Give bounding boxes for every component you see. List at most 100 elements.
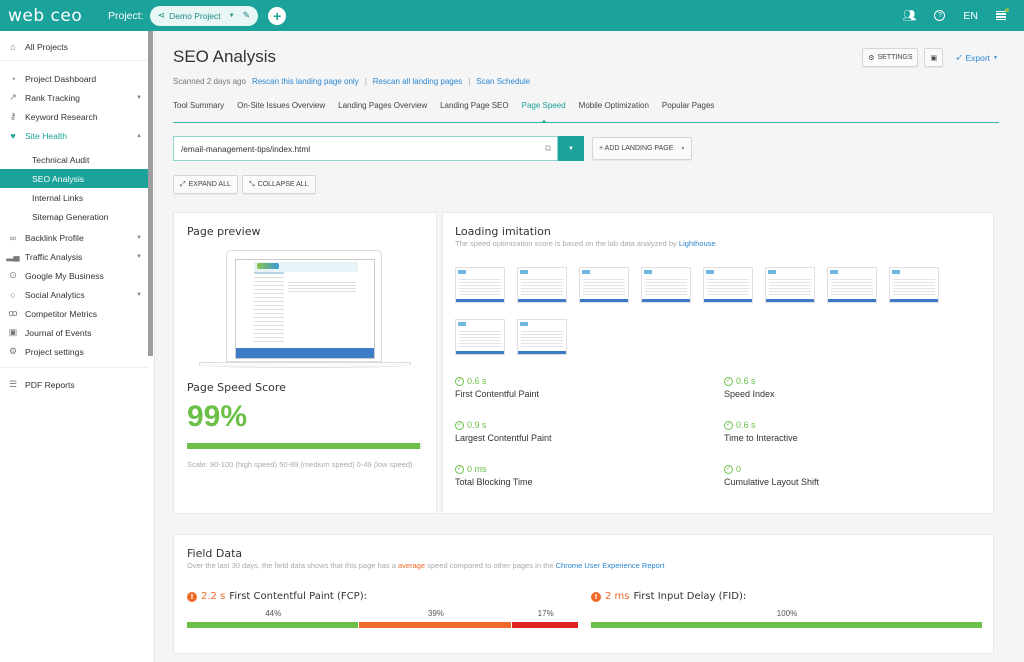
metric-tbt: ✓ 0 ms Total Blocking Time <box>455 464 705 487</box>
metric-lcp: ✓ 0.9 s Largest Contentful Paint <box>455 420 705 443</box>
landing-page-dropdown-button[interactable]: ▼ <box>558 136 584 161</box>
home-icon: ⌂ <box>10 41 16 52</box>
score-bar-fill <box>187 443 420 449</box>
export-button[interactable]: ➶ Export ▼ <box>955 52 998 63</box>
check-circle-icon: ✓ <box>455 376 464 386</box>
webceo-logo[interactable]: web ceo <box>8 6 98 26</box>
report-icon: ☰ <box>8 379 18 389</box>
distribution-percent-label: 100% <box>776 609 798 618</box>
caret-down-icon: ▼ <box>993 54 998 61</box>
header-actions: ⚙ SETTINGS ▣ ➶ Export ▼ <box>862 48 998 67</box>
gear-icon: ⚙ <box>8 346 18 356</box>
loading-frame-thumbnail[interactable] <box>579 267 629 303</box>
sidebar-item-site-health[interactable]: ♥ Site Health ▲ <box>0 126 148 145</box>
loading-frame-thumbnail[interactable] <box>703 267 753 303</box>
rescan-page-link[interactable]: Rescan this landing page only <box>252 77 359 86</box>
sidebar-item-all-projects[interactable]: ⌂ All Projects <box>0 37 148 56</box>
tab-tool-summary[interactable]: Tool Summary <box>173 101 224 122</box>
metric-label: Time to Interactive <box>724 433 798 443</box>
loading-frame-thumbnail[interactable] <box>765 267 815 303</box>
metric-label: First Contentful Paint <box>455 389 540 399</box>
users-icon[interactable]: 👥︎ <box>902 9 916 22</box>
page-screenshot[interactable] <box>235 259 375 359</box>
sidebar-item-traffic-analysis[interactable]: ▂▄ Traffic Analysis ▼ <box>0 247 148 266</box>
lighthouse-link[interactable]: Lighthouse <box>679 239 716 248</box>
sidebar-scrollbar[interactable] <box>148 31 153 356</box>
check-circle-icon: ✓ <box>724 376 733 386</box>
tab-landing-page-seo[interactable]: Landing Page SEO <box>440 101 509 122</box>
chevron-down-icon: ▼ <box>136 253 142 260</box>
menu-icon[interactable] <box>996 7 1009 21</box>
sidebar-item-label: Rank Tracking <box>25 92 80 103</box>
collapse-all-button[interactable]: ⤡ COLLAPSE ALL <box>242 175 316 194</box>
collapse-icon: ⤡ <box>249 180 255 188</box>
sidebar-item-label: Google My Business <box>25 270 104 281</box>
loading-frame-thumbnail[interactable] <box>455 267 505 303</box>
loading-frame-thumbnail[interactable] <box>517 319 567 355</box>
chart-icon: ↗ <box>9 92 17 102</box>
loading-frame-thumbnail[interactable] <box>827 267 877 303</box>
sidebar-item-social-analytics[interactable]: ○ Social Analytics ▼ <box>0 285 148 304</box>
preview-logo <box>257 263 279 269</box>
project-label: Project: <box>108 9 144 22</box>
add-landing-page-button[interactable]: + ADD LANDING PAGE ▼ <box>592 137 693 160</box>
sidebar-item-rank-tracking[interactable]: ↗ Rank Tracking ▼ <box>0 88 148 107</box>
chrome-ux-report-link[interactable]: Chrome User Experience Report <box>556 561 665 570</box>
sidebar-divider <box>0 60 148 61</box>
loading-frame-thumbnail[interactable] <box>517 267 567 303</box>
preview-footer <box>236 348 374 358</box>
scan-info: Scanned 2 days ago Rescan this landing p… <box>173 77 530 86</box>
expand-all-button[interactable]: ⤢ EXPAND ALL <box>173 175 238 194</box>
loading-frame-thumbnail[interactable] <box>889 267 939 303</box>
sidebar-item-journal-of-events[interactable]: ▣ Journal of Events <box>0 323 148 342</box>
landing-page-select[interactable]: /email-management-tips/index.html ⧉ <box>173 136 558 161</box>
sidebar-item-label: Backlink Profile <box>25 232 84 243</box>
settings-label: SETTINGS <box>877 54 913 61</box>
sidebar-item-backlink-profile[interactable]: ∞ Backlink Profile ▼ <box>0 228 148 247</box>
settings-button[interactable]: ⚙ SETTINGS <box>862 48 919 67</box>
sidebar-item-label: Social Analytics <box>25 289 85 300</box>
loading-frame-thumbnail[interactable] <box>455 319 505 355</box>
sidebar-item-project-dashboard[interactable]: ◔ Project Dashboard <box>0 69 148 88</box>
tab-popular-pages[interactable]: Popular Pages <box>662 101 714 122</box>
sidebar-item-sitemap-generation[interactable]: Sitemap Generation <box>0 207 148 226</box>
tab-landing-pages-overview[interactable]: Landing Pages Overview <box>338 101 427 122</box>
sidebar-item-competitor-metrics[interactable]: ꝏ Competitor Metrics <box>0 304 148 323</box>
sidebar-item-internal-links[interactable]: Internal Links <box>0 188 148 207</box>
metric-label: Speed Index <box>724 389 775 399</box>
sidebar-item-label: Internal Links <box>32 192 84 203</box>
metric-value: 0.9 s <box>467 420 487 430</box>
metric-label: Largest Contentful Paint <box>455 433 552 443</box>
sidebar-item-keyword-research[interactable]: ⚷ Keyword Research <box>0 107 148 126</box>
metric-label: Cumulative Layout Shift <box>724 477 820 487</box>
sidebar-item-seo-analysis[interactable]: SEO Analysis <box>0 169 148 188</box>
loading-frames <box>455 267 975 355</box>
score-scale-legend: Scale: 90-100 (high speed) 50-89 (medium… <box>187 460 413 469</box>
period: . <box>715 239 718 248</box>
tab-mobile-optimization[interactable]: Mobile Optimization <box>579 101 649 122</box>
share-icon: ⋖ <box>157 10 166 20</box>
metric-cls: ✓ 0 Cumulative Layout Shift <box>724 464 974 487</box>
sidebar-item-pdf-reports[interactable]: ☰ PDF Reports <box>0 375 148 394</box>
loading-frame-thumbnail[interactable] <box>641 267 691 303</box>
sidebar-item-project-settings[interactable]: ⚙ Project settings <box>0 342 148 361</box>
language-selector[interactable]: EN <box>963 10 978 22</box>
tab-on-site-issues[interactable]: On-Site Issues Overview <box>237 101 325 122</box>
page-speed-score-title: Page Speed Score <box>187 381 286 394</box>
schedule-button[interactable]: ▣ <box>924 48 944 67</box>
add-project-button[interactable]: + <box>268 6 287 25</box>
scan-schedule-link[interactable]: Scan Schedule <box>476 77 530 86</box>
edit-icon[interactable]: ✎ <box>243 10 251 21</box>
sidebar-item-google-my-business[interactable]: ⊙ Google My Business <box>0 266 148 285</box>
tab-page-speed[interactable]: Page Speed <box>522 101 566 122</box>
landing-page-url: /email-management-tips/index.html <box>181 143 311 154</box>
help-icon[interactable]: ? <box>934 10 946 21</box>
fcp-label: First Contentful Paint (FCP): <box>229 591 367 602</box>
fid-distribution-labels: 100% <box>591 609 983 621</box>
check-circle-icon: ✓ <box>455 420 464 430</box>
project-selector[interactable]: ⋖ Demo Project ▼ ✎ <box>149 5 259 26</box>
metric-label: Total Blocking Time <box>455 477 533 487</box>
rescan-all-link[interactable]: Rescan all landing pages <box>373 77 462 86</box>
external-link-icon[interactable]: ⧉ <box>545 143 551 154</box>
sidebar-item-technical-audit[interactable]: Technical Audit <box>0 150 148 169</box>
